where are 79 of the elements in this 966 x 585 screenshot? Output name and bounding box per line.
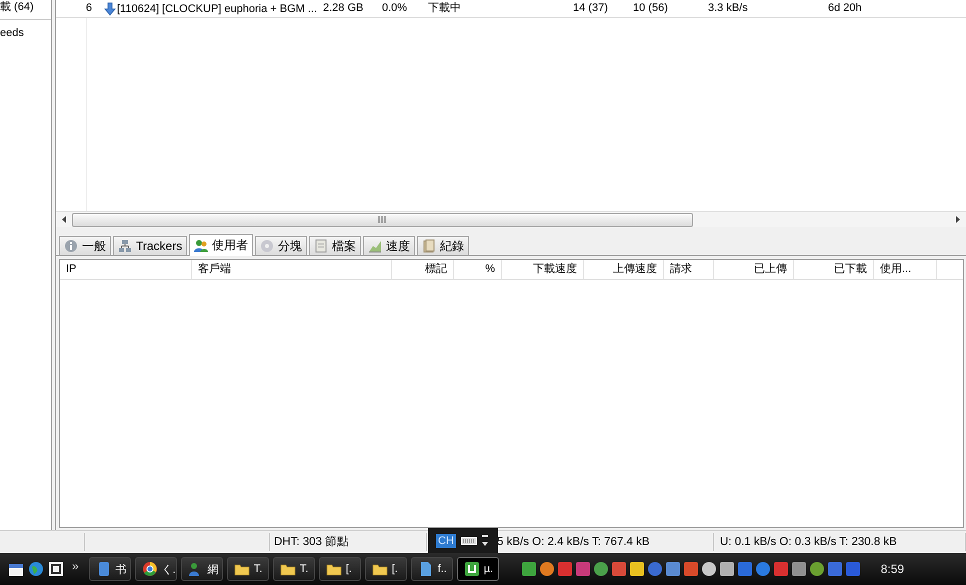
- info-icon: [64, 239, 78, 253]
- keyboard-icon: [460, 536, 477, 546]
- scroll-thumb[interactable]: [72, 212, 693, 226]
- column-header[interactable]: 上傳速度: [584, 260, 664, 279]
- table-cell-text: 6: [84, 1, 92, 16]
- column-header[interactable]: IP: [60, 260, 192, 279]
- column-header[interactable]: 標記: [392, 260, 454, 279]
- chrome-icon: [142, 561, 158, 577]
- tray-icon: [520, 561, 537, 577]
- taskbar-button[interactable]: T.: [226, 557, 269, 581]
- document-icon: [314, 239, 328, 253]
- tray-icon: [826, 561, 843, 577]
- grip-icon: [378, 216, 387, 223]
- sidebar-item[interactable]: 載 (64): [0, 0, 51, 20]
- table-cell-text: 10 (56): [633, 1, 669, 16]
- column-header[interactable]: 已上傳: [714, 260, 794, 279]
- table-cell-text: 3.3 kB/s: [708, 1, 749, 16]
- tab[interactable]: 一般: [59, 236, 111, 255]
- tray-icon: [682, 561, 699, 577]
- globe-icon: [28, 561, 44, 577]
- tab[interactable]: 速度: [363, 236, 416, 255]
- tray-icon: [790, 561, 807, 577]
- taskbar-button[interactable]: f..: [410, 557, 453, 581]
- down-arrow-icon: [104, 2, 116, 16]
- tab[interactable]: 紀錄: [417, 236, 470, 255]
- tab[interactable]: 檔案: [309, 236, 362, 255]
- table-cell-text: 14 (37): [573, 1, 609, 16]
- tray-icon: [664, 561, 681, 577]
- dht-status: DHT: 303 節點: [274, 536, 350, 548]
- column-header[interactable]: 下載速度: [502, 260, 584, 279]
- tray-icon: [700, 561, 717, 577]
- tray-icon: [844, 561, 861, 577]
- tray-icon: [538, 561, 555, 577]
- column-header[interactable]: 請求: [664, 260, 714, 279]
- column-header[interactable]: 使用...: [874, 260, 937, 279]
- torrent-name[interactable]: [110624] [CLOCKUP] euphoria + BGM ...: [117, 0, 318, 16]
- tray-icon: [592, 561, 609, 577]
- tray-icon: [718, 561, 735, 577]
- taskbar-button[interactable]: く.: [134, 557, 177, 581]
- horizontal-scrollbar[interactable]: [56, 211, 966, 227]
- app-icon: [48, 561, 64, 577]
- utorrent-icon: [464, 561, 480, 577]
- options-icon: [482, 534, 488, 548]
- overflow-button[interactable]: »: [72, 559, 79, 573]
- column-header[interactable]: 客戶端: [192, 260, 392, 279]
- tray-icon: [736, 561, 753, 577]
- calendar-icon: [8, 561, 24, 577]
- taskbar-button[interactable]: T.: [272, 557, 315, 581]
- column-header[interactable]: %: [454, 260, 502, 279]
- clock[interactable]: 8:59: [880, 562, 904, 576]
- table-cell-text: 下載中: [428, 1, 462, 16]
- upload-status: U: 0.1 kB/s O: 0.3 kB/s T: 230.8 kB: [720, 536, 897, 548]
- table-cell-text: 0.0%: [382, 1, 408, 16]
- table-cell-text: 6d 20h: [828, 1, 863, 16]
- disc-icon: [260, 239, 274, 253]
- taskbar-button[interactable]: 书: [88, 557, 131, 581]
- taskbar-button[interactable]: 網: [180, 557, 223, 581]
- network-icon: [118, 239, 132, 253]
- tab[interactable]: 使用者: [189, 234, 254, 256]
- tray-icon: [628, 561, 645, 577]
- tray-icon: [808, 561, 825, 577]
- download-status: 5 kB/s O: 2.4 kB/s T: 767.4 kB: [497, 535, 650, 550]
- chart-icon: [368, 239, 382, 253]
- tab[interactable]: Trackers: [113, 236, 188, 255]
- table-cell-text: 2.28 GB: [323, 1, 364, 16]
- tab[interactable]: 分塊: [255, 236, 308, 255]
- users-icon: [194, 238, 208, 252]
- taskbar-button[interactable]: µ.: [456, 557, 499, 581]
- tray-icon: [610, 561, 627, 577]
- tray-icon: [772, 561, 789, 577]
- taskbar-button[interactable]: [.: [318, 557, 361, 581]
- sidebar-item[interactable]: eeds: [0, 26, 51, 45]
- column-header[interactable]: 已下載: [794, 260, 874, 279]
- tray-icon: [556, 561, 573, 577]
- taskbar-button[interactable]: [.: [364, 557, 407, 581]
- tray-icon: [574, 561, 591, 577]
- book-icon: [422, 239, 436, 253]
- tray-icon: [646, 561, 663, 577]
- tray-icon: [754, 561, 771, 577]
